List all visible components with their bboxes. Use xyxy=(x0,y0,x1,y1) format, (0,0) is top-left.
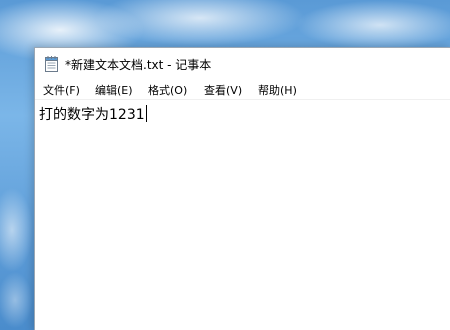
menu-file[interactable]: 文件(F) xyxy=(43,82,80,98)
menu-edit[interactable]: 编辑(E) xyxy=(95,82,133,98)
notepad-window: *新建文本文档.txt - 记事本 文件(F) 编辑(E) 格式(O) 查看(V… xyxy=(34,47,450,330)
menu-bar: 文件(F) 编辑(E) 格式(O) 查看(V) 帮助(H) xyxy=(35,80,450,100)
window-title: *新建文本文档.txt - 记事本 xyxy=(65,58,212,72)
menu-format[interactable]: 格式(O) xyxy=(148,82,187,98)
editor-text: 打的数字为1231 xyxy=(39,107,145,123)
notepad-icon xyxy=(45,56,58,72)
menu-help[interactable]: 帮助(H) xyxy=(258,82,297,98)
editor-content-line: 打的数字为1231 xyxy=(39,104,147,124)
text-caret xyxy=(145,105,147,122)
menu-view[interactable]: 查看(V) xyxy=(204,82,242,98)
title-bar[interactable]: *新建文本文档.txt - 记事本 xyxy=(35,48,450,79)
text-editor-area[interactable]: 打的数字为1231 xyxy=(35,100,450,330)
